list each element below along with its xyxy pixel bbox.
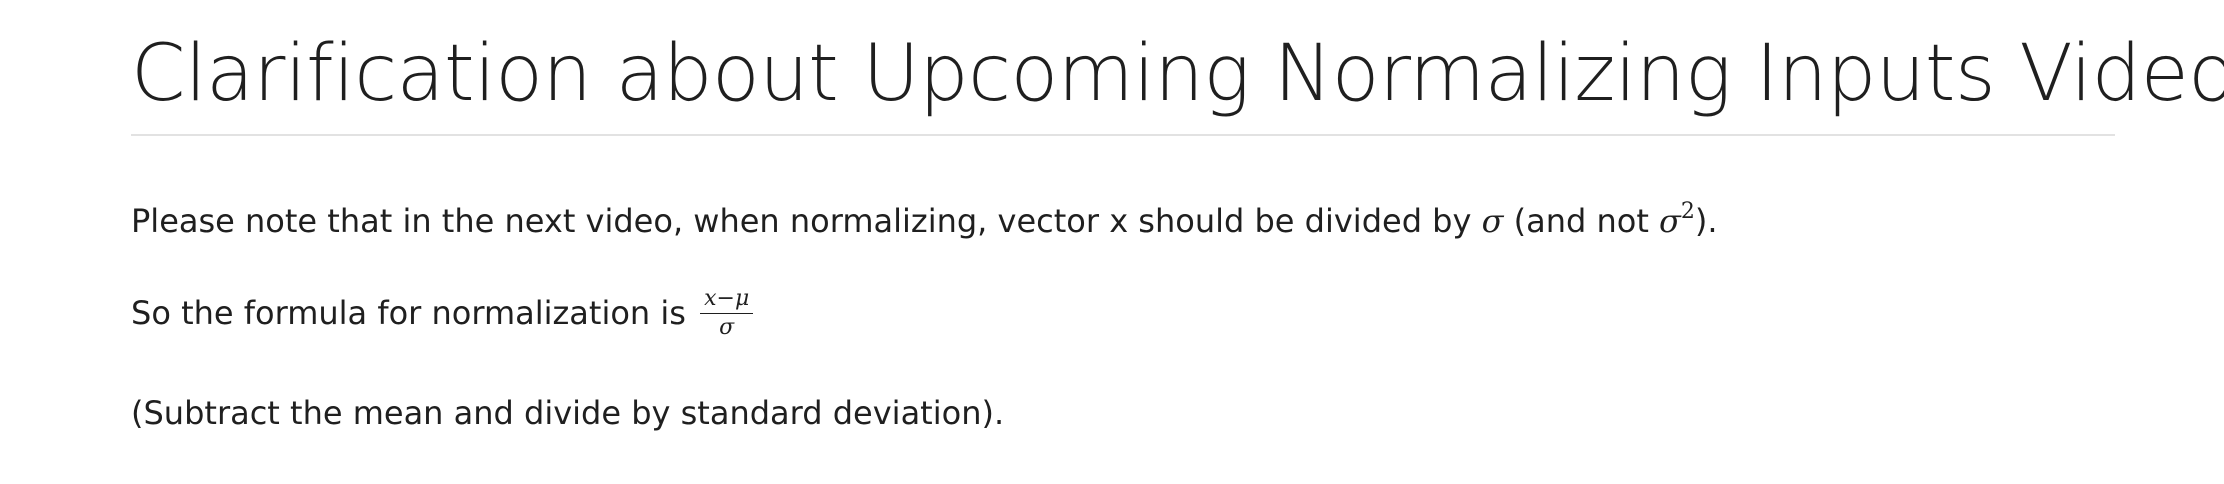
- sigma-squared-base: σ: [1659, 202, 1681, 240]
- paragraph-sigma-note-end: ).: [1694, 202, 1718, 240]
- page-title: Clarification about Upcoming Normalizing…: [131, 29, 2224, 119]
- sigma-symbol: σ: [1481, 202, 1504, 240]
- paragraph-formula: So the formula for normalization is x−μ σ: [131, 286, 754, 342]
- normalization-formula: x−μ σ: [700, 286, 754, 340]
- formula-denominator: σ: [719, 314, 735, 340]
- paragraph-formula-text: So the formula for normalization is: [131, 294, 697, 332]
- formula-numerator: x−μ: [700, 286, 754, 314]
- page: Clarification about Upcoming Normalizing…: [0, 0, 2224, 484]
- paragraph-sigma-note-middle: (and not: [1503, 202, 1660, 240]
- paragraph-explanation: (Subtract the mean and divide by standar…: [131, 394, 1005, 432]
- sigma-squared-exponent: 2: [1680, 199, 1695, 224]
- title-divider: [131, 134, 2115, 136]
- paragraph-sigma-note: Please note that in the next video, when…: [131, 196, 1718, 246]
- paragraph-sigma-note-text: Please note that in the next video, when…: [131, 202, 1482, 240]
